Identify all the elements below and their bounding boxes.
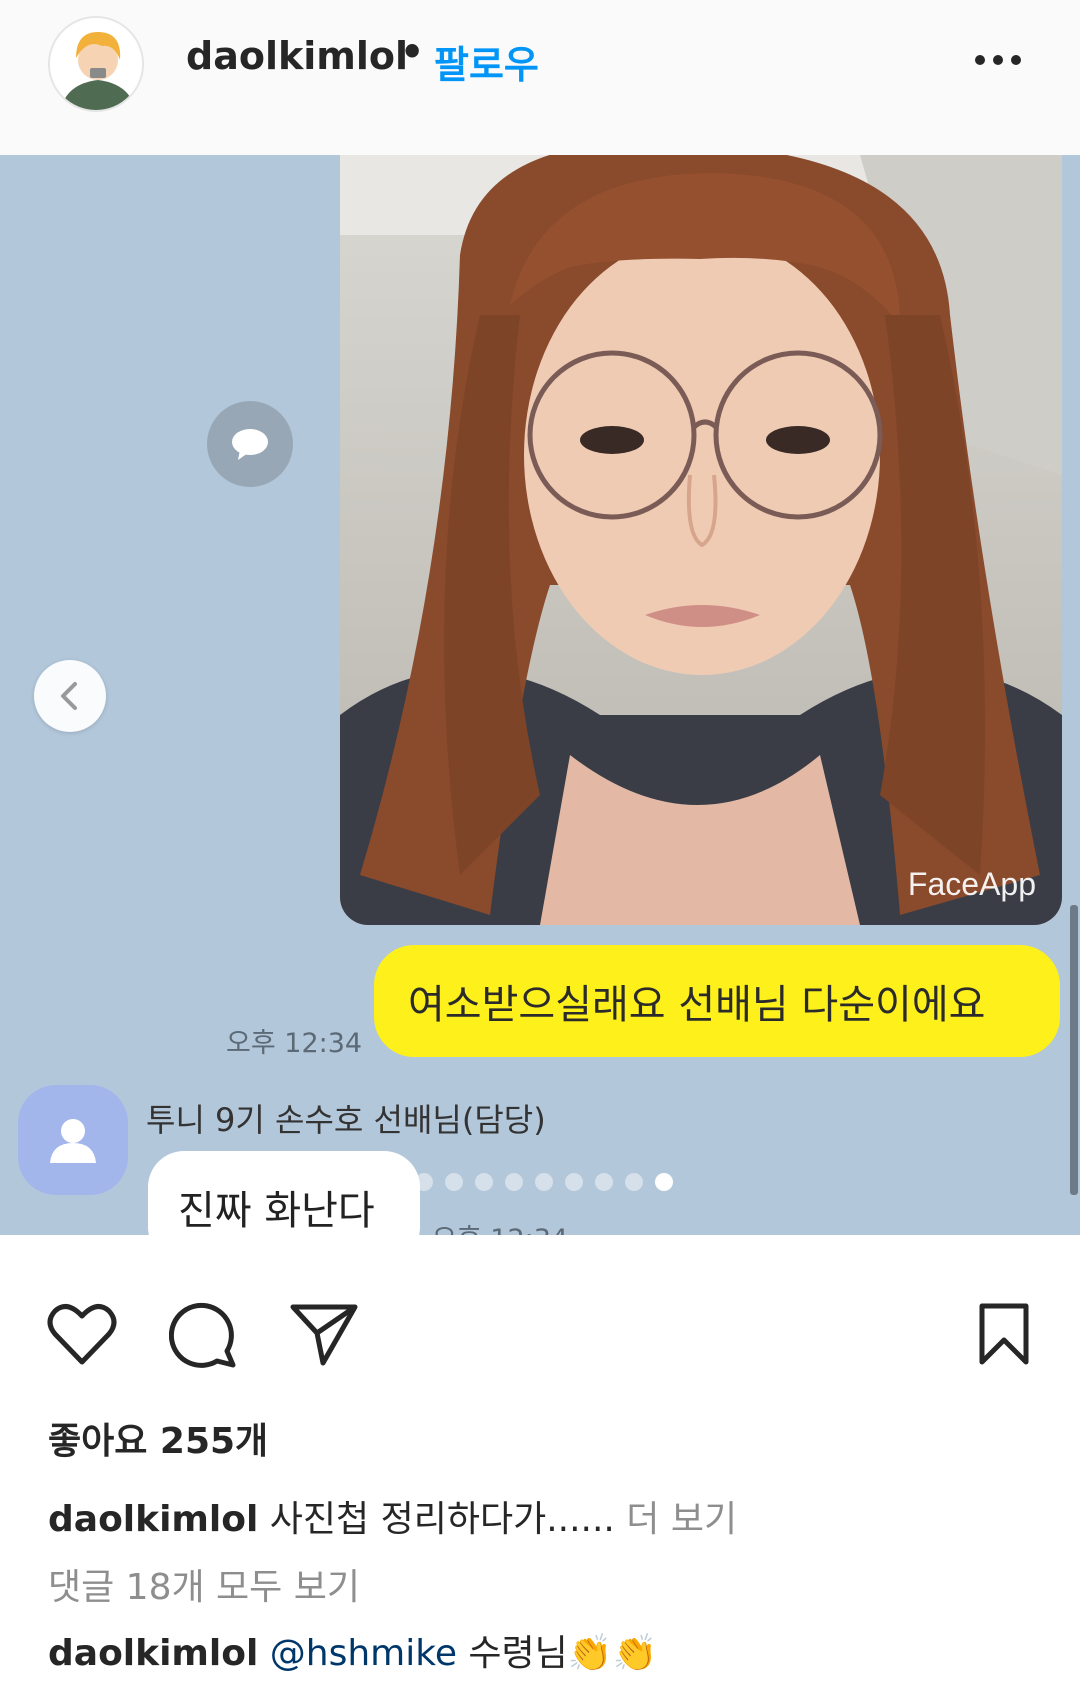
carousel-dot — [505, 1173, 523, 1191]
top-comment: daolkimlol @hshmike 수령님👏👏 — [48, 1624, 657, 1676]
heart-icon[interactable] — [42, 1294, 122, 1374]
sent-message-time: 오후 12:34 — [226, 1028, 363, 1059]
likes-count[interactable]: 좋아요 255개 — [48, 1412, 268, 1464]
carousel-dot — [625, 1173, 643, 1191]
more-dot — [1011, 55, 1021, 65]
carousel-dot — [415, 1173, 433, 1191]
follow-button[interactable]: 팔로우 — [434, 34, 539, 89]
comment-username[interactable]: daolkimlol — [48, 1633, 258, 1674]
view-all-comments-link[interactable]: 댓글 18개 모두 보기 — [48, 1558, 360, 1610]
chat-scrollbar — [1070, 905, 1078, 1195]
chevron-left-icon — [61, 682, 77, 710]
carousel-dot — [595, 1173, 613, 1191]
carousel-dot — [475, 1173, 493, 1191]
avatar-illustration-icon — [50, 18, 142, 110]
more-dot — [993, 55, 1003, 65]
selfie-illustration — [340, 155, 1062, 925]
carousel-indicator — [415, 1173, 673, 1191]
more-options-icon[interactable] — [968, 40, 1028, 80]
post-image[interactable]: FaceApp 여소받으실래요 선배님 다순이에요 오후 12:34 투니 9기… — [0, 155, 1080, 1235]
paper-plane-icon[interactable] — [284, 1294, 364, 1374]
action-bar — [0, 1262, 1080, 1392]
comment-icon[interactable] — [164, 1294, 244, 1374]
header-username[interactable]: daolkimlol — [186, 34, 408, 78]
more-dot — [975, 55, 985, 65]
default-person-icon — [50, 1119, 96, 1163]
received-message-bubble: 진짜 화난다 — [148, 1151, 420, 1235]
received-message-text: 진짜 화난다 — [178, 1188, 375, 1234]
caption-more-link[interactable]: 더 보기 — [615, 1499, 737, 1540]
caption-username[interactable]: daolkimlol — [48, 1499, 258, 1540]
friend-name: 투니 9기 손수호 선배님(담당) — [146, 1101, 546, 1139]
carousel-prev-button[interactable] — [34, 660, 106, 732]
header-separator: • — [400, 30, 425, 74]
carousel-dot — [445, 1173, 463, 1191]
chat-share-icon[interactable] — [207, 401, 293, 487]
post-caption: daolkimlol 사진첩 정리하다가...... 더 보기 — [48, 1490, 737, 1542]
friend-avatar — [18, 1085, 128, 1195]
speech-bubble-icon — [232, 429, 268, 460]
carousel-dot — [535, 1173, 553, 1191]
profile-avatar[interactable] — [48, 16, 144, 112]
caption-text: 사진첩 정리하다가...... — [258, 1499, 615, 1540]
received-message-time: 오후 12:34 — [432, 1217, 568, 1235]
sent-message-text: 여소받으실래요 선배님 다순이에요 — [408, 982, 986, 1028]
comment-text: 수령님👏👏 — [456, 1633, 658, 1674]
post-header: daolkimlol • 팔로우 — [0, 0, 1080, 155]
sent-message-bubble: 여소받으실래요 선배님 다순이에요 — [374, 945, 1060, 1057]
carousel-dot-active — [655, 1173, 673, 1191]
carousel-dot — [565, 1173, 583, 1191]
faceapp-watermark: FaceApp — [907, 866, 1036, 902]
comment-mention[interactable]: @hshmike — [270, 1633, 457, 1674]
selfie-photo: FaceApp — [340, 155, 1062, 925]
bookmark-icon[interactable] — [964, 1294, 1044, 1374]
